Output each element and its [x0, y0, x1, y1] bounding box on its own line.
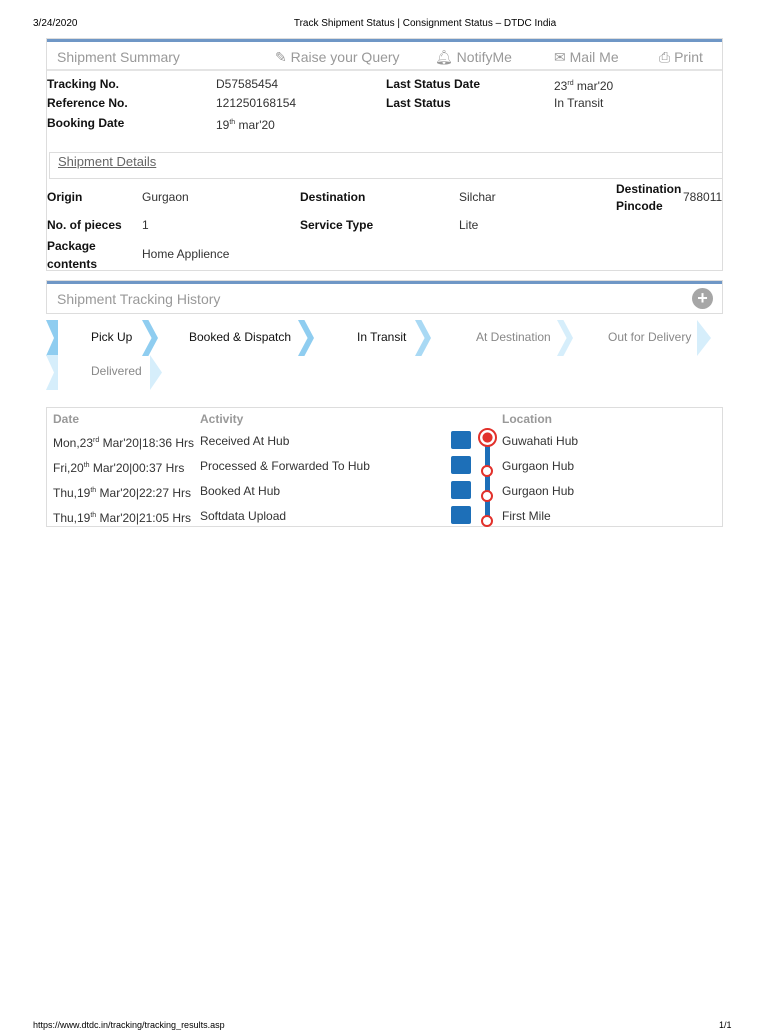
current-location-marker-icon [478, 428, 497, 447]
destination-value: Silchar [459, 190, 496, 204]
row-activity: Processed & Forwarded To Hub [200, 459, 370, 473]
service-type-label: Service Type [300, 218, 374, 232]
destination-label: Destination [300, 190, 366, 204]
step-chevron-icon [697, 320, 711, 356]
row-activity: Booked At Hub [200, 484, 281, 498]
contents-value: Home Applience [142, 247, 230, 261]
history-title: Shipment Tracking History [57, 291, 221, 307]
pincode-label: Destination Pincode [616, 182, 682, 213]
timeline-node-icon [481, 465, 493, 477]
summary-title: Shipment Summary [57, 49, 180, 65]
print-page-number: 1/1 [719, 1020, 732, 1030]
steps-row2-chevron-icon [46, 355, 58, 390]
pieces-value: 1 [142, 218, 149, 232]
shipment-details-header: Shipment Details [49, 152, 723, 179]
row-date: Thu,19th Mar'20|21:05 Hrs [53, 511, 191, 525]
last-status-value: In Transit [554, 96, 604, 110]
row-location: First Mile [502, 509, 551, 523]
print-url: https://www.dtdc.in/tracking/tracking_re… [33, 1020, 225, 1030]
row-date: Mon,23rd Mar'20|18:36 Hrs [53, 436, 195, 450]
notify-me-button[interactable]: 🔔︎ NotifyMe [435, 49, 512, 66]
tracking-history-header: Shipment Tracking History + [46, 280, 723, 314]
last-status-label: Last Status [386, 96, 451, 110]
printer-icon: ⎙ [659, 49, 671, 65]
expand-plus-icon[interactable]: + [692, 288, 713, 309]
pincode-value: 788011 [683, 190, 723, 204]
timeline-node-icon [481, 515, 493, 527]
shipment-details-link[interactable]: Shipment Details [58, 154, 156, 169]
step-pick-up: Pick Up [91, 330, 133, 344]
step-chevron-icon [298, 320, 314, 356]
booking-date-value: 19th mar'20 [216, 118, 275, 132]
reference-label: Reference No. [47, 96, 128, 110]
reference-value: 121250168154 [216, 96, 297, 110]
print-button[interactable]: ⎙ Print [659, 49, 703, 66]
last-status-date-value: 23rd mar'20 [554, 79, 614, 93]
row-date: Fri,20th Mar'20|00:37 Hrs [53, 461, 185, 475]
row-location: Guwahati Hub [502, 434, 579, 448]
location-header: Location [502, 412, 552, 426]
row-activity: Softdata Upload [200, 509, 287, 523]
bell-icon: 🔔︎ [435, 49, 453, 65]
step-chevron-icon [142, 320, 158, 356]
tracking-value: D57585454 [216, 77, 279, 91]
tracking-label: Tracking No. [47, 77, 120, 91]
origin-value: Gurgaon [142, 190, 189, 204]
pieces-label: No. of pieces [47, 218, 122, 232]
package-box-icon [451, 456, 471, 474]
contents-label: Package contents [47, 239, 98, 271]
activity-header: Activity [200, 412, 244, 426]
row-location: Gurgaon Hub [502, 484, 575, 498]
step-chevron-icon [415, 320, 431, 356]
package-box-icon [451, 506, 471, 524]
origin-label: Origin [47, 190, 83, 204]
date-header: Date [53, 412, 80, 426]
step-delivered: Delivered [91, 364, 142, 378]
mail-me-button[interactable]: ✉ Mail Me [554, 49, 619, 66]
row-activity: Received At Hub [200, 434, 290, 448]
raise-query-button[interactable]: ✎ Raise your Query [275, 49, 400, 66]
booking-date-label: Booking Date [47, 116, 125, 130]
step-chevron-icon [557, 320, 573, 356]
steps-start-chevron-icon [46, 320, 58, 356]
step-out-for-delivery: Out for Delivery [608, 330, 692, 344]
tracking-history-table: Date Activity Location Mon,23rd Mar'20|1… [46, 407, 723, 527]
step-in-transit: In Transit [357, 330, 407, 344]
envelope-icon: ✉ [554, 49, 566, 65]
row-date: Thu,19th Mar'20|22:27 Hrs [53, 486, 191, 500]
pencil-icon: ✎ [275, 49, 287, 65]
row-location: Gurgaon Hub [502, 459, 575, 473]
package-box-icon [451, 431, 471, 449]
timeline-node-icon [481, 490, 493, 502]
print-title: Track Shipment Status | Consignment Stat… [293, 18, 557, 29]
package-box-icon [451, 481, 471, 499]
step-booked-dispatch: Booked & Dispatch [189, 330, 292, 344]
shipment-summary-panel: Shipment Summary ✎ Raise your Query 🔔︎ N… [46, 38, 723, 271]
last-status-date-label: Last Status Date [386, 77, 481, 91]
service-type-value: Lite [459, 218, 479, 232]
step-at-destination: At Destination [476, 330, 551, 344]
summary-header: Shipment Summary ✎ Raise your Query 🔔︎ N… [47, 39, 722, 71]
step-chevron-icon [150, 355, 162, 390]
